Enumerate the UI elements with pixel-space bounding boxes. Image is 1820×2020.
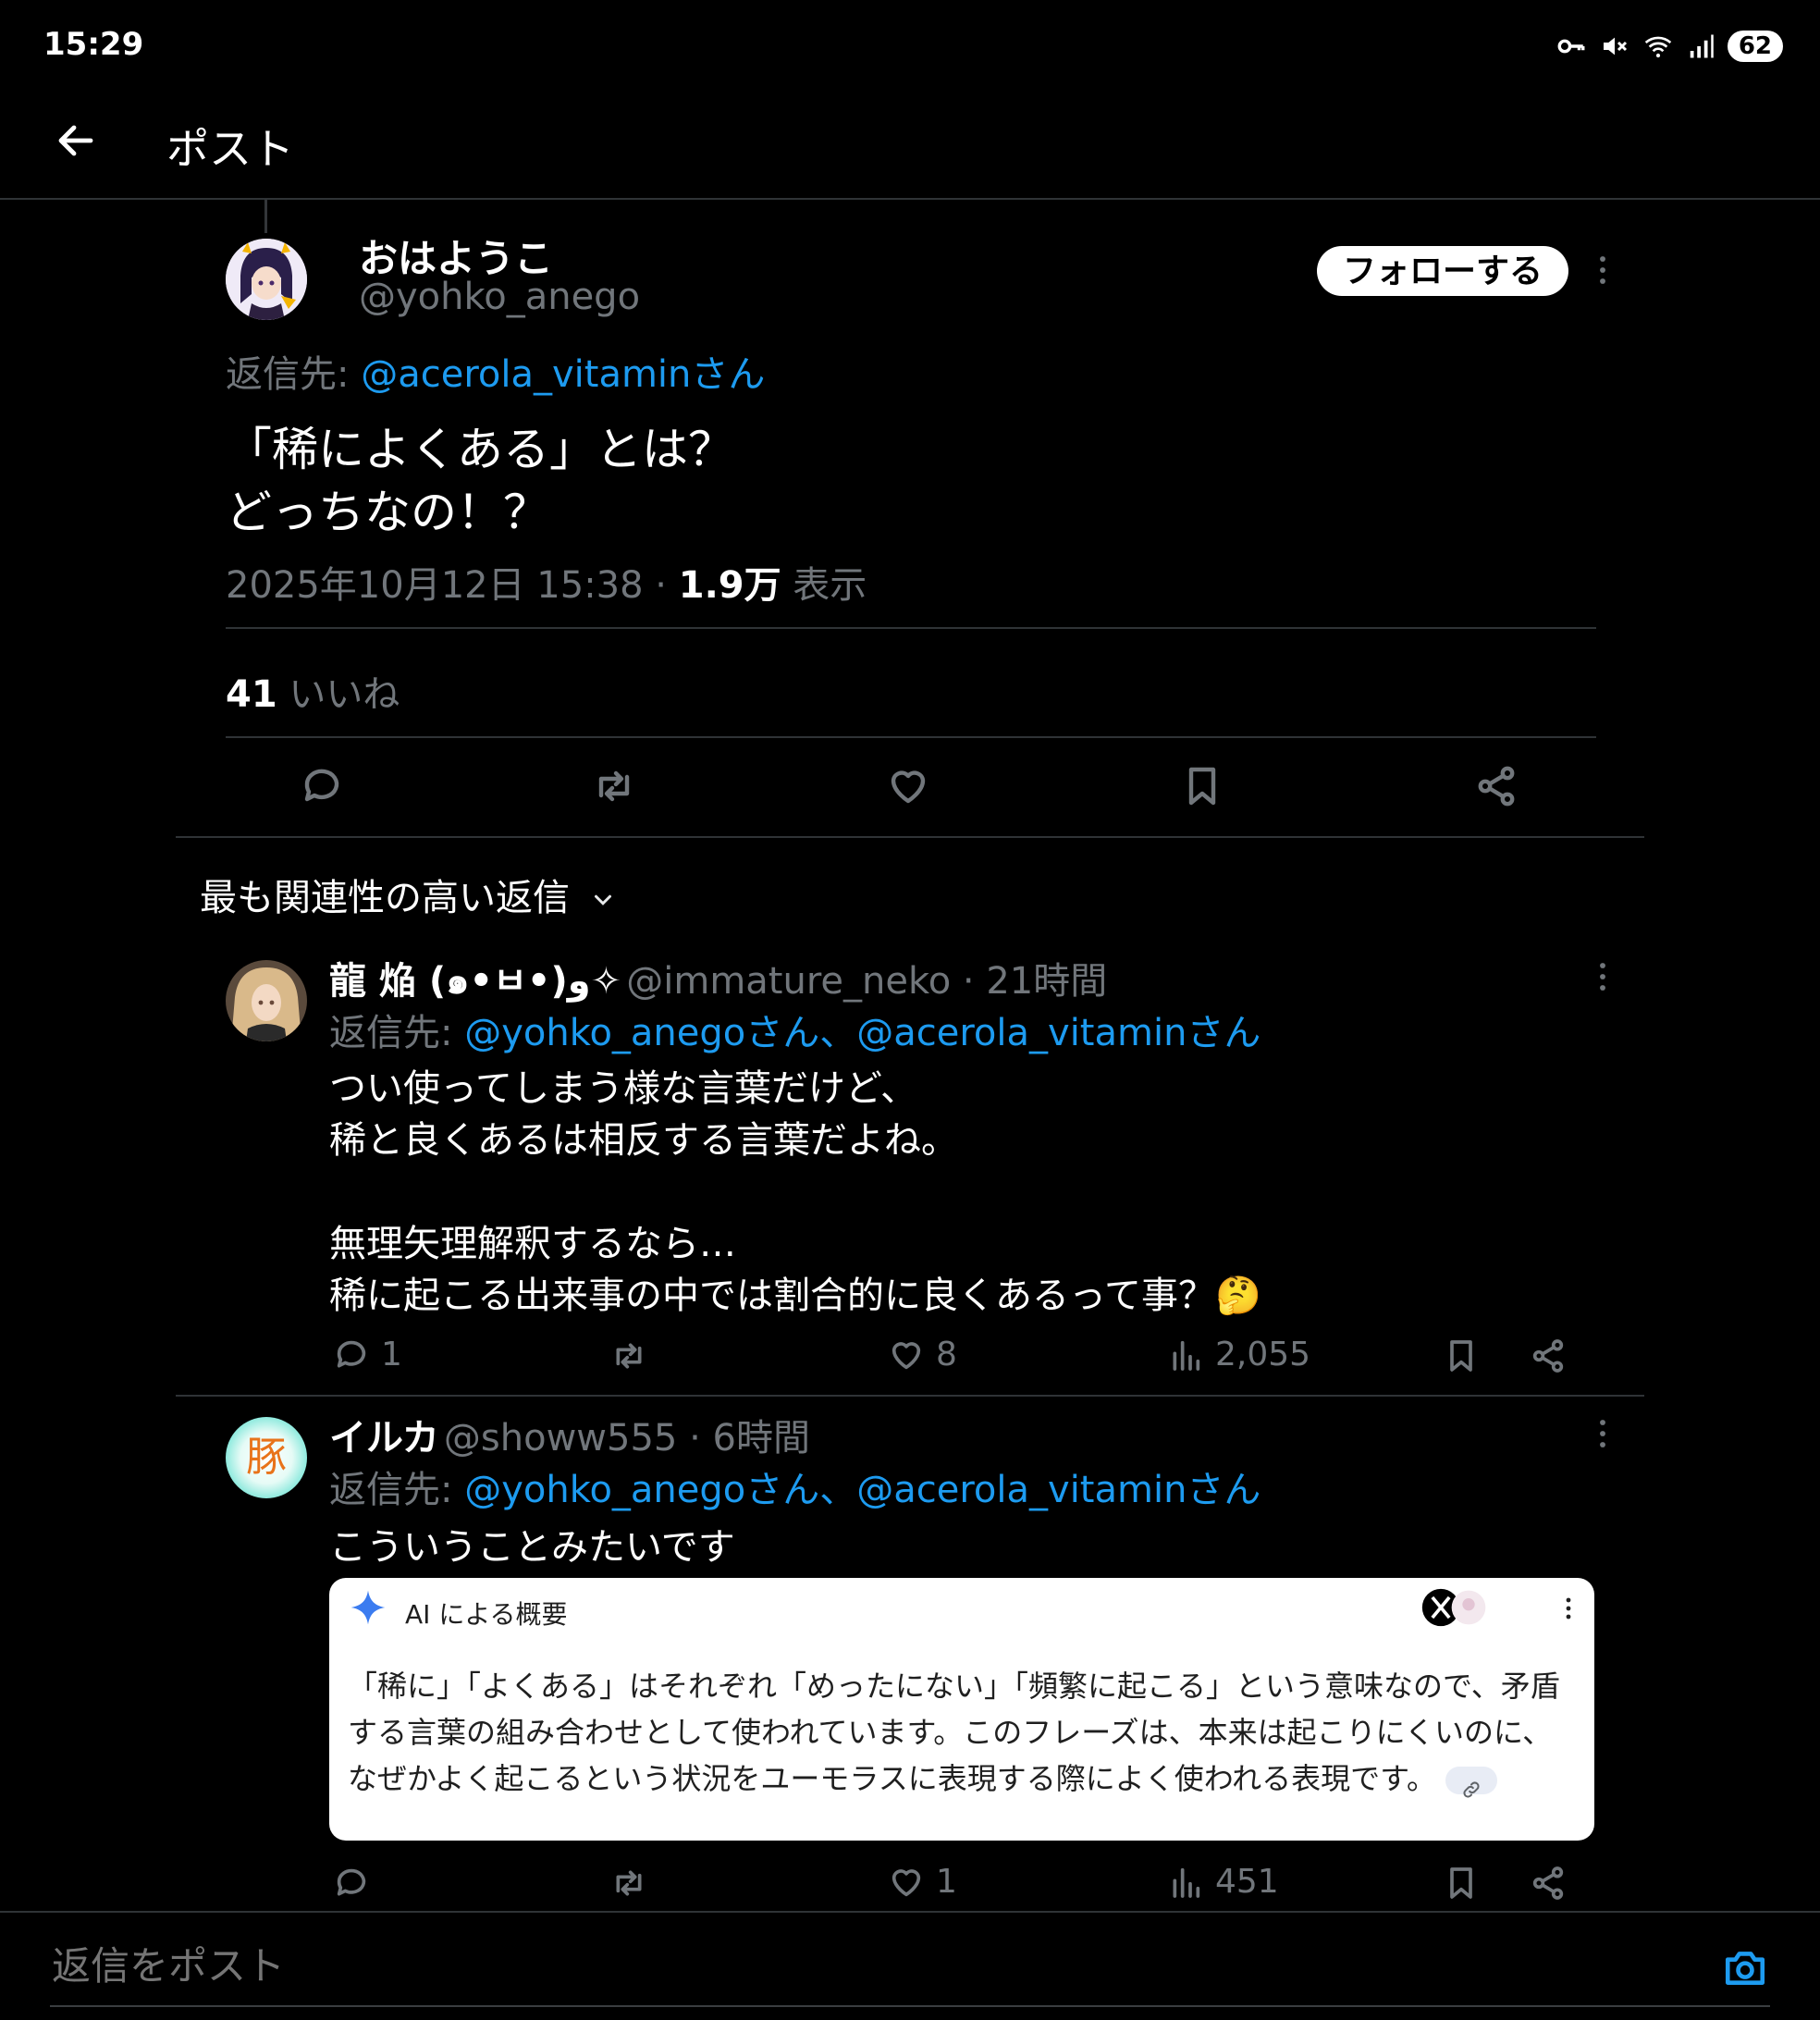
reply-count-button[interactable]: 1 xyxy=(333,1336,402,1373)
like-count: 1 xyxy=(936,1863,957,1901)
reply-author-name[interactable]: イルカ xyxy=(329,1417,439,1460)
likes-divider xyxy=(226,736,1596,738)
chevron-down-icon xyxy=(589,886,617,914)
back-arrow-icon[interactable] xyxy=(54,118,98,163)
views-count: 1.9万 xyxy=(678,564,781,607)
reply-text-line: つい使ってしまう様な言葉だけど、 xyxy=(329,1067,917,1110)
reply-text-line: こういうことみたいです xyxy=(329,1526,735,1569)
reply-icon[interactable] xyxy=(300,764,344,808)
sort-replies-dropdown[interactable]: 最も関連性の高い返信 xyxy=(200,868,617,921)
status-icons: 62 xyxy=(1556,28,1783,65)
meta-divider xyxy=(226,627,1596,629)
compose-divider xyxy=(0,1911,1820,1913)
repost-icon[interactable] xyxy=(592,764,636,808)
more-options-icon[interactable] xyxy=(1587,1415,1618,1452)
reply-divider xyxy=(176,1395,1644,1397)
reply-to-label: 返信先: xyxy=(226,353,350,396)
status-time: 15:29 xyxy=(43,26,144,63)
share-icon[interactable] xyxy=(1474,764,1519,808)
author-handle[interactable]: @yohko_anego xyxy=(359,276,640,318)
ai-card-body: 「稀に」「よくある」はそれぞれ「めったにない」「頻繁に起こる」という意味なので、… xyxy=(348,1663,1578,1802)
vpn-key-icon xyxy=(1556,31,1587,62)
repost-icon[interactable] xyxy=(610,1337,647,1374)
reply-to-mentions[interactable]: @yohko_anegoさん、@acerola_vitaminさん xyxy=(464,1469,1260,1511)
like-icon[interactable] xyxy=(886,764,930,808)
reply-to-line: 返信先: @acerola_vitaminさん xyxy=(226,344,765,398)
avatar-glyph: 豚 xyxy=(246,1434,287,1481)
reply-time[interactable]: · 6時間 xyxy=(677,1417,810,1460)
gemini-sparkle-icon xyxy=(348,1587,388,1628)
link-chip-icon xyxy=(1445,1767,1497,1798)
header-divider xyxy=(0,198,1820,200)
signal-icon xyxy=(1687,32,1715,60)
analytics-icon xyxy=(1167,1336,1204,1373)
more-options-icon[interactable] xyxy=(1587,958,1618,995)
views-count: 451 xyxy=(1215,1863,1279,1901)
post-meta: 2025年10月12日 15:38 · 1.9万 表示 xyxy=(226,555,867,609)
follow-button[interactable]: フォローする xyxy=(1317,246,1568,296)
avatar[interactable]: 豚 xyxy=(226,1417,307,1498)
post-text-line-1: 「稀によくある」とは？ xyxy=(226,423,734,476)
ai-card-body-text: 「稀に」「よくある」はそれぞれ「めったにない」「頻繁に起こる」という意味なので、… xyxy=(348,1669,1560,1796)
attached-image[interactable]: AI による概要 「稀に」「よくある」はそれぞれ「めったにない」「頻繁に起こる」… xyxy=(329,1578,1594,1841)
mute-icon xyxy=(1600,31,1629,61)
bookmark-icon[interactable] xyxy=(1180,764,1224,808)
post-text-line-2: どっちなの！？ xyxy=(226,486,549,539)
reply-header: 龍 焔 (๑•ㅂ•)و✧ @immature_neko · 21時間 xyxy=(329,951,1107,1010)
reply-author-handle[interactable]: @showw555 xyxy=(444,1417,677,1460)
source-avatar-icon xyxy=(1450,1589,1487,1626)
like-count-button[interactable]: 1 xyxy=(888,1863,957,1901)
compose-underline xyxy=(50,2005,1770,2007)
likes-summary[interactable]: 41 いいね xyxy=(226,664,400,718)
like-count: 8 xyxy=(936,1336,957,1373)
views-label: 表示 xyxy=(781,564,867,607)
repost-icon[interactable] xyxy=(610,1865,647,1902)
reply-to-mention[interactable]: @acerola_vitaminさん xyxy=(361,353,765,396)
reply-icon xyxy=(333,1336,370,1373)
wifi-icon xyxy=(1642,31,1674,61)
battery-indicator: 62 xyxy=(1727,31,1783,62)
reply-to-line: 返信先: @yohko_anegoさん、@acerola_vitaminさん xyxy=(329,1460,1260,1513)
share-icon[interactable] xyxy=(1530,1337,1567,1374)
views-count: 2,055 xyxy=(1215,1336,1311,1373)
reply-header: イルカ @showw555 · 6時間 xyxy=(329,1408,810,1461)
reply-author-name[interactable]: 龍 焔 (๑•ㅂ•)و✧ xyxy=(329,960,621,1003)
reply-time[interactable]: · 21時間 xyxy=(951,960,1107,1003)
like-icon xyxy=(888,1336,925,1373)
like-count-button[interactable]: 8 xyxy=(888,1336,957,1373)
avatar[interactable] xyxy=(226,960,307,1041)
page-title: ポスト xyxy=(166,124,294,174)
reply-to-mentions[interactable]: @yohko_anegoさん、@acerola_vitaminさん xyxy=(464,1012,1260,1054)
like-icon xyxy=(888,1864,925,1901)
actions-divider xyxy=(176,836,1644,838)
reply-icon[interactable] xyxy=(333,1865,370,1902)
reply-text-line: 無理矢理解釈するなら… xyxy=(329,1223,736,1265)
bookmark-icon[interactable] xyxy=(1443,1865,1480,1902)
views-button[interactable]: 451 xyxy=(1167,1863,1279,1901)
camera-icon[interactable] xyxy=(1722,1944,1768,1990)
reply-count: 1 xyxy=(381,1336,402,1373)
thread-line xyxy=(264,200,267,233)
reply-text-line: 稀に起こる出来事の中では割合的に良くあるって事？🤔 xyxy=(329,1275,1261,1317)
avatar[interactable] xyxy=(226,239,307,320)
views-button[interactable]: 2,055 xyxy=(1167,1336,1310,1373)
reply-to-line: 返信先: @yohko_anegoさん、@acerola_vitaminさん xyxy=(329,1003,1260,1056)
sort-label: 最も関連性の高い返信 xyxy=(200,877,570,919)
post-datetime[interactable]: 2025年10月12日 15:38 · xyxy=(226,564,679,607)
share-icon[interactable] xyxy=(1530,1865,1567,1902)
card-more-icon xyxy=(1559,1595,1578,1622)
bookmark-icon[interactable] xyxy=(1443,1337,1480,1374)
likes-count: 41 xyxy=(226,673,277,716)
reply-text-line: 稀と良くあるは相反する言葉だよね。 xyxy=(329,1119,958,1162)
ai-card-title: AI による概要 xyxy=(405,1599,568,1630)
likes-label: いいね xyxy=(277,673,400,716)
reply-to-label: 返信先: xyxy=(329,1012,453,1054)
more-options-icon[interactable] xyxy=(1587,252,1618,289)
reply-to-label: 返信先: xyxy=(329,1469,453,1511)
analytics-icon xyxy=(1167,1864,1204,1901)
reply-author-handle[interactable]: @immature_neko xyxy=(626,960,951,1003)
reply-compose-input[interactable] xyxy=(50,1942,1626,1989)
